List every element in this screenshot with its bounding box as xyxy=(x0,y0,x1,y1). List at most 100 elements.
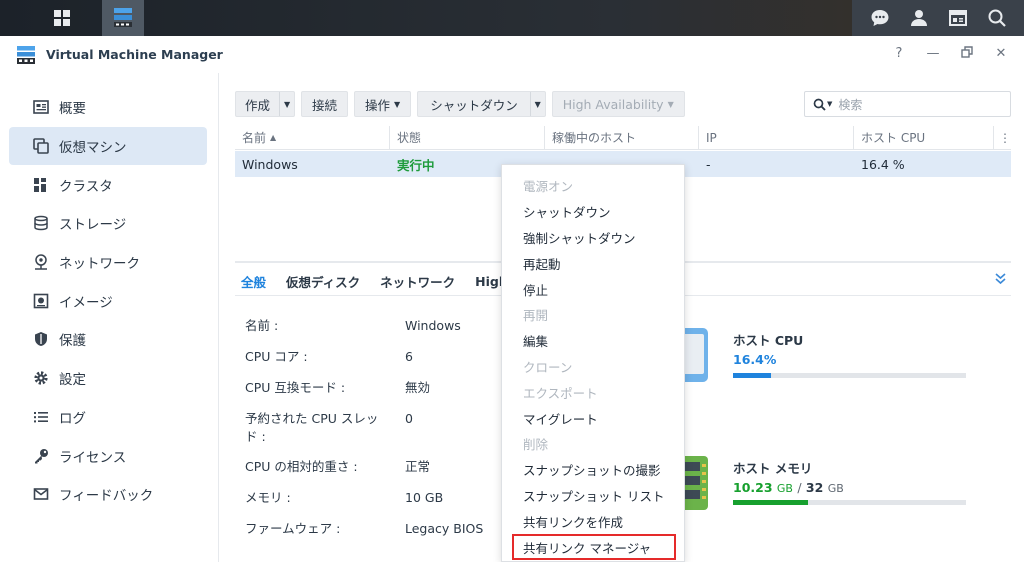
sidebar-item-label: 仮想マシン xyxy=(59,140,127,157)
sidebar-item-virtual-machine[interactable]: 仮想マシン xyxy=(9,126,207,166)
detail-key: CPU コア : xyxy=(245,349,308,364)
menu-item[interactable]: スナップショット リスト xyxy=(502,483,684,509)
menu-item[interactable]: 再起動 xyxy=(502,250,684,276)
sidebar-item-label: 保護 xyxy=(59,333,86,350)
column-menu-icon[interactable]: ⋮ xyxy=(994,126,1011,149)
host-memory-value: 10.23 GB / 32 GB xyxy=(733,480,844,495)
menu-item: 電源オン xyxy=(523,179,574,195)
host-cpu-bar-fill xyxy=(733,373,772,378)
column-status[interactable]: 状態 xyxy=(390,126,545,149)
memory-used-unit: GB xyxy=(776,482,793,495)
restore-icon[interactable] xyxy=(960,46,974,62)
high-availability-button[interactable]: High Availability ▼ xyxy=(551,91,685,117)
sidebar-item-storage[interactable]: ストレージ xyxy=(9,204,207,243)
main-menu-button[interactable] xyxy=(40,0,84,36)
vmm-logo-icon xyxy=(17,45,35,64)
sidebar-item-settings[interactable]: 設定 xyxy=(9,359,207,398)
cluster-icon xyxy=(33,177,49,193)
action-button[interactable]: 操作 ▼ xyxy=(354,91,412,117)
menu-item[interactable]: 共有リンク マネージャ xyxy=(512,534,676,560)
gear-icon xyxy=(33,370,49,386)
column-host[interactable]: 稼働中のホスト xyxy=(545,126,699,149)
sidebar-item-label: 概要 xyxy=(59,101,86,118)
column-name[interactable]: 名前 ▲ xyxy=(235,126,390,149)
tab-general[interactable]: 全般 xyxy=(235,268,276,295)
tab-virtual-disk[interactable]: 仮想ディスク xyxy=(276,268,370,295)
detail-value: 正常 xyxy=(405,459,431,474)
vm-ip: - xyxy=(706,156,711,172)
detail-value: Legacy BIOS xyxy=(405,521,484,536)
menu-item[interactable]: シャットダウン xyxy=(502,199,684,225)
table-header: 名前 ▲ 状態 稼働中のホスト IP ホスト CPU ⋮ xyxy=(235,126,1011,150)
sidebar-item-log[interactable]: ログ xyxy=(9,398,207,437)
detail-row: 名前 : Windows xyxy=(245,310,505,341)
create-button-label[interactable]: 作成 xyxy=(236,92,281,116)
virtual-machine-icon xyxy=(33,138,49,154)
sidebar-item-label: フィードバック xyxy=(59,488,154,505)
sidebar-item-label: 設定 xyxy=(59,372,86,389)
sidebar-item-label: ネットワーク xyxy=(59,256,140,273)
mail-icon xyxy=(33,486,49,502)
sidebar-item-cluster[interactable]: クラスタ xyxy=(9,165,207,204)
shutdown-button[interactable]: シャットダウン ▼ xyxy=(417,91,546,117)
menu-item[interactable]: 共有リンクを作成 xyxy=(502,508,684,534)
search-input[interactable]: ▼ 検索 xyxy=(804,91,1011,117)
menu-item[interactable]: スナップショットの撮影 xyxy=(502,457,684,483)
detail-value: 無効 xyxy=(405,380,431,395)
sidebar-item-protection[interactable]: 保護 xyxy=(9,320,207,359)
menu-item[interactable]: 停止 xyxy=(502,276,684,302)
user-icon[interactable] xyxy=(904,3,934,33)
collapse-icon[interactable] xyxy=(994,272,1007,289)
memory-total-unit: GB xyxy=(827,482,844,495)
chevron-down-icon[interactable]: ▼ xyxy=(531,92,545,116)
tab-network[interactable]: ネットワーク xyxy=(370,268,465,295)
detail-key: CPU の相対的重さ : xyxy=(245,459,358,474)
menu-item[interactable]: 編集 xyxy=(502,328,684,354)
help-icon[interactable]: ? xyxy=(892,46,906,62)
sidebar-item-overview[interactable]: 概要 xyxy=(9,88,207,127)
close-icon[interactable]: ✕ xyxy=(994,46,1008,62)
menu-item: 削除 xyxy=(523,437,549,453)
detail-row: CPU 互換モード : 無効 xyxy=(245,372,505,403)
minimize-icon[interactable]: — xyxy=(926,46,940,62)
chat-icon[interactable] xyxy=(865,3,895,33)
vm-details: 名前 : Windows CPU コア : 6 CPU 互換モード : 無効 予約され… xyxy=(245,310,505,544)
sidebar-item-label: ログ xyxy=(59,410,86,427)
shutdown-button-label[interactable]: シャットダウン xyxy=(418,92,531,116)
detail-row: ファームウェア : Legacy BIOS xyxy=(245,513,505,544)
memory-total: 32 xyxy=(805,480,824,495)
detail-value: 10 GB xyxy=(405,490,444,505)
window-controls: ? — ✕ xyxy=(892,46,1008,62)
search-icon[interactable] xyxy=(982,3,1012,33)
host-cpu-value: 16.4% xyxy=(733,352,776,367)
memory-used: 10.23 xyxy=(733,480,773,495)
detail-key: CPU 互換モード : xyxy=(245,380,346,395)
search-placeholder: 検索 xyxy=(838,97,863,112)
memory-separator: / xyxy=(797,480,802,495)
sidebar-item-feedback[interactable]: フィードバック xyxy=(9,475,207,514)
widgets-icon[interactable] xyxy=(943,3,973,33)
connect-button[interactable]: 接続 xyxy=(301,91,349,117)
taskbar-tray xyxy=(852,0,1024,36)
taskbar xyxy=(0,0,1024,36)
host-cpu-unit: % xyxy=(763,352,777,367)
menu-item[interactable]: 強制シャットダウン xyxy=(502,225,684,251)
menu-item[interactable]: マイグレート xyxy=(502,405,684,431)
detail-row: CPU コア : 6 xyxy=(245,341,505,372)
vm-name: Windows xyxy=(242,156,298,172)
sidebar-item-image[interactable]: イメージ xyxy=(9,281,207,320)
column-ip[interactable]: IP xyxy=(699,126,854,149)
search-icon[interactable]: ▼ xyxy=(813,98,832,111)
taskbar-vmm-app[interactable] xyxy=(102,0,144,36)
sort-asc-icon: ▲ xyxy=(270,133,277,142)
create-button[interactable]: 作成 ▼ xyxy=(235,91,296,117)
detail-row: CPU の相対的重さ : 正常 xyxy=(245,451,505,482)
sidebar-item-license[interactable]: ライセンス xyxy=(9,436,207,475)
column-host-cpu[interactable]: ホスト CPU xyxy=(854,126,994,149)
vm-host-cpu: 16.4 % xyxy=(861,156,905,172)
chevron-down-icon: ▼ xyxy=(394,99,401,109)
chevron-down-icon[interactable]: ▼ xyxy=(280,92,294,116)
detail-key: 名前 : xyxy=(245,318,279,333)
detail-key: メモリ : xyxy=(245,490,291,505)
sidebar-item-network[interactable]: ネットワーク xyxy=(9,243,207,282)
